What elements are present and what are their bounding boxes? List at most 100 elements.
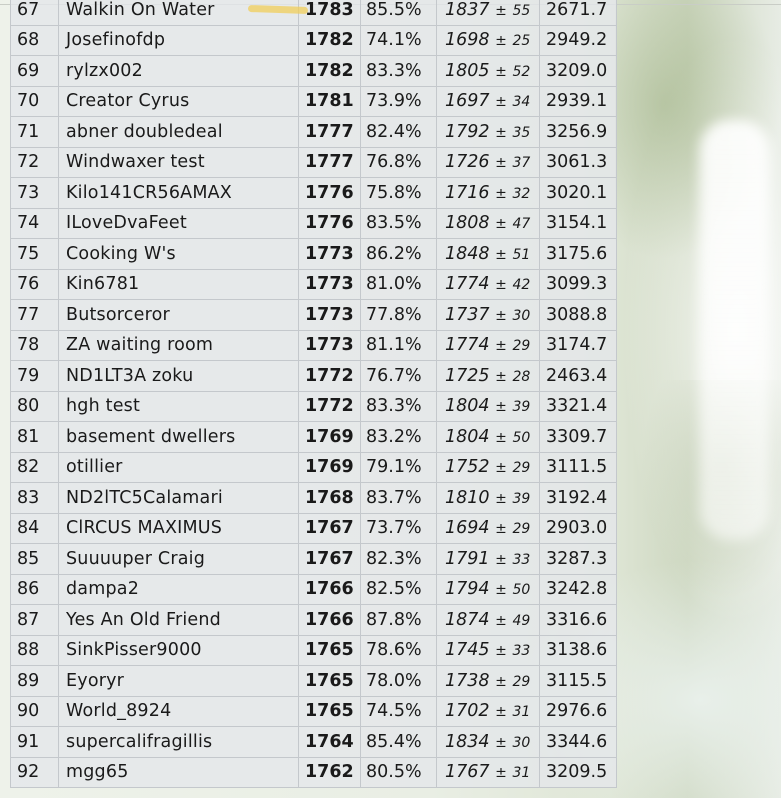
plus-minus-symbol: ±	[495, 185, 507, 202]
rating-cell: 1765	[298, 665, 361, 697]
table-row[interactable]: 70 Creator Cyrus 1781 73.9% 1697 ± 34 2939.1	[10, 85, 617, 117]
win-rate-cell: 73.7%	[360, 512, 437, 544]
estimate-cell: 1702 ± 31	[436, 695, 540, 727]
player-name-cell[interactable]: Eyoryr	[58, 665, 299, 697]
estimate-value: 1697	[445, 91, 490, 112]
player-name-cell[interactable]: ClRCUS MAXIMUS	[58, 512, 299, 544]
estimate-cell: 1791 ± 33	[436, 543, 540, 575]
score-cell: 3344.6	[539, 726, 617, 758]
estimate-value: 1745	[445, 640, 490, 661]
win-rate-cell: 85.4%	[360, 726, 437, 758]
page-viewport: 67 Walkin On Water 1783 85.5% 1837 ± 55 2671.…	[0, 0, 781, 798]
player-name-cell[interactable]: World_8924	[58, 695, 299, 727]
estimate-cell: 1848 ± 51	[436, 238, 540, 270]
table-row[interactable]: 86 dampa2 1766 82.5% 1794 ± 50 3242.8	[10, 573, 617, 605]
table-row[interactable]: 76 Kin6781 1773 81.0% 1774 ± 42 3099.3	[10, 268, 617, 300]
rank-cell: 80	[10, 390, 59, 422]
player-name-cell[interactable]: Walkin On Water	[58, 0, 299, 26]
plus-minus-symbol: ±	[495, 734, 507, 751]
estimate-value: 1794	[445, 579, 490, 600]
player-name-cell[interactable]: Cooking W's	[58, 238, 299, 270]
estimate-cell: 1837 ± 55	[436, 0, 540, 26]
table-row[interactable]: 68 Josefinofdp 1782 74.1% 1698 ± 25 2949.2	[10, 24, 617, 56]
table-row[interactable]: 79 ND1LT3A zoku 1772 76.7% 1725 ± 28 2463.4	[10, 360, 617, 392]
player-name-cell[interactable]: ND2lTC5Calamari	[58, 482, 299, 514]
rank-cell: 85	[10, 543, 59, 575]
table-row[interactable]: 92 mgg65 1762 80.5% 1767 ± 31 3209.5	[10, 756, 617, 788]
player-name-cell[interactable]: Kin6781	[58, 268, 299, 300]
score-cell: 3088.8	[539, 299, 617, 331]
player-name-cell[interactable]: supercalifragillis	[58, 726, 299, 758]
player-name-cell[interactable]: dampa2	[58, 573, 299, 605]
player-name-cell[interactable]: SinkPisser9000	[58, 634, 299, 666]
table-row[interactable]: 88 SinkPisser9000 1765 78.6% 1745 ± 33 3138.6	[10, 634, 617, 666]
player-name-cell[interactable]: Butsorceror	[58, 299, 299, 331]
player-name-cell[interactable]: rylzx002	[58, 55, 299, 87]
table-row[interactable]: 72 Windwaxer test 1777 76.8% 1726 ± 37 3061.3	[10, 146, 617, 178]
player-name-cell[interactable]: otillier	[58, 451, 299, 483]
rank-cell: 76	[10, 268, 59, 300]
estimate-cell: 1738 ± 29	[436, 665, 540, 697]
estimate-value: 1774	[445, 274, 490, 295]
estimate-cell: 1804 ± 50	[436, 421, 540, 453]
player-name-cell[interactable]: Kilo141CR56AMAX	[58, 177, 299, 209]
estimate-cell: 1745 ± 33	[436, 634, 540, 666]
table-row[interactable]: 80 hgh test 1772 83.3% 1804 ± 39 3321.4	[10, 390, 617, 422]
leaderboard-table-container: 67 Walkin On Water 1783 85.5% 1837 ± 55 2671.…	[10, 0, 617, 788]
win-rate-cell: 73.9%	[360, 85, 437, 117]
estimate-error: 29	[512, 460, 531, 477]
rating-cell: 1782	[298, 24, 361, 56]
table-row[interactable]: 82 otillier 1769 79.1% 1752 ± 29 3111.5	[10, 451, 617, 483]
table-row[interactable]: 74 ILoveDvaFeet 1776 83.5% 1808 ± 47 3154.1	[10, 207, 617, 239]
table-row[interactable]: 83 ND2lTC5Calamari 1768 83.7% 1810 ± 39 3192.…	[10, 482, 617, 514]
plus-minus-symbol: ±	[495, 612, 507, 629]
estimate-error: 30	[512, 734, 531, 751]
table-row[interactable]: 77 Butsorceror 1773 77.8% 1737 ± 30 3088.8	[10, 299, 617, 331]
player-name-cell[interactable]: hgh test	[58, 390, 299, 422]
score-cell: 3209.5	[539, 756, 617, 788]
player-name-cell[interactable]: ILoveDvaFeet	[58, 207, 299, 239]
player-name-cell[interactable]: ND1LT3A zoku	[58, 360, 299, 392]
table-row[interactable]: 67 Walkin On Water 1783 85.5% 1837 ± 55 2671.…	[10, 0, 617, 26]
table-row[interactable]: 71 abner doubledeal 1777 82.4% 1792 ± 35 3256…	[10, 116, 617, 148]
table-row[interactable]: 78 ZA waiting room 1773 81.1% 1774 ± 29 3174.…	[10, 329, 617, 361]
score-cell: 2949.2	[539, 24, 617, 56]
win-rate-cell: 77.8%	[360, 299, 437, 331]
player-name-cell[interactable]: basement dwellers	[58, 421, 299, 453]
player-name-cell[interactable]: Creator Cyrus	[58, 85, 299, 117]
player-name-cell[interactable]: abner doubledeal	[58, 116, 299, 148]
player-name-cell[interactable]: Suuuuper Craig	[58, 543, 299, 575]
table-row[interactable]: 84 ClRCUS MAXIMUS 1767 73.7% 1694 ± 29 2903.0	[10, 512, 617, 544]
table-row[interactable]: 87 Yes An Old Friend 1766 87.8% 1874 ± 49 331…	[10, 604, 617, 636]
estimate-error: 32	[512, 185, 531, 202]
player-name-cell[interactable]: Yes An Old Friend	[58, 604, 299, 636]
rating-cell: 1764	[298, 726, 361, 758]
estimate-error: 29	[512, 521, 531, 538]
player-name-cell[interactable]: Windwaxer test	[58, 146, 299, 178]
estimate-cell: 1694 ± 29	[436, 512, 540, 544]
table-row[interactable]: 91 supercalifragillis 1764 85.4% 1834 ± 30 33…	[10, 726, 617, 758]
score-cell: 3175.6	[539, 238, 617, 270]
table-row[interactable]: 90 World_8924 1765 74.5% 1702 ± 31 2976.6	[10, 695, 617, 727]
table-row[interactable]: 73 Kilo141CR56AMAX 1776 75.8% 1716 ± 32 3020.…	[10, 177, 617, 209]
table-row[interactable]: 69 rylzx002 1782 83.3% 1805 ± 52 3209.0	[10, 55, 617, 87]
table-row[interactable]: 85 Suuuuper Craig 1767 82.3% 1791 ± 33 3287.3	[10, 543, 617, 575]
plus-minus-symbol: ±	[495, 643, 507, 660]
estimate-cell: 1874 ± 49	[436, 604, 540, 636]
win-rate-cell: 76.7%	[360, 360, 437, 392]
player-name-cell[interactable]: mgg65	[58, 756, 299, 788]
win-rate-cell: 82.5%	[360, 573, 437, 605]
player-name-cell[interactable]: ZA waiting room	[58, 329, 299, 361]
rank-cell: 89	[10, 665, 59, 697]
table-row[interactable]: 75 Cooking W's 1773 86.2% 1848 ± 51 3175.6	[10, 238, 617, 270]
rating-cell: 1767	[298, 512, 361, 544]
plus-minus-symbol: ±	[495, 216, 507, 233]
rating-cell: 1766	[298, 573, 361, 605]
table-row[interactable]: 89 Eyoryr 1765 78.0% 1738 ± 29 3115.5	[10, 665, 617, 697]
estimate-error: 47	[512, 216, 531, 233]
plus-minus-symbol: ±	[495, 33, 507, 50]
estimate-error: 28	[512, 368, 531, 385]
player-name-cell[interactable]: Josefinofdp	[58, 24, 299, 56]
table-row[interactable]: 81 basement dwellers 1769 83.2% 1804 ± 50 330…	[10, 421, 617, 453]
plus-minus-symbol: ±	[495, 277, 507, 294]
